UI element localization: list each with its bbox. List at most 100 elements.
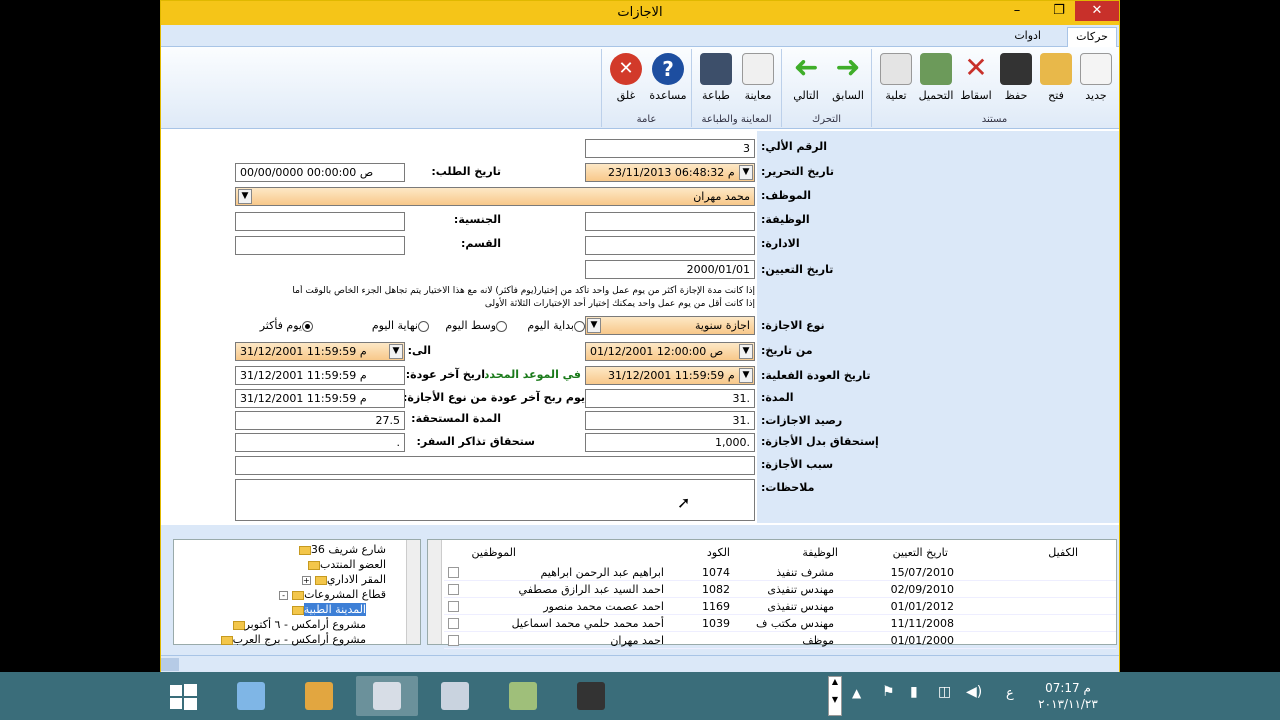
employee-dropdown[interactable]: ▼: [238, 189, 252, 204]
clock[interactable]: 07:17 م ٢٠١٣/١١/٢٣: [1036, 680, 1100, 712]
network-icon[interactable]: ◫: [938, 684, 951, 700]
taskbar-money[interactable]: [492, 676, 554, 716]
previous-button[interactable]: ➜ السابق: [828, 53, 868, 103]
tree-item-label: قطاع المشروعات: [304, 588, 386, 601]
edit-date-dropdown[interactable]: ▼: [739, 165, 753, 180]
tree-item[interactable]: مشروع أرامكس - برج العرب: [174, 632, 404, 647]
language-indicator[interactable]: ع: [1006, 686, 1014, 701]
nationality-field[interactable]: [235, 212, 405, 231]
from-date-ampm: ص: [709, 345, 724, 358]
taskbar-app-active[interactable]: [356, 676, 418, 716]
reason-field[interactable]: [235, 456, 755, 475]
section-field[interactable]: [235, 236, 405, 255]
close-button[interactable]: ✕: [1075, 1, 1119, 21]
tree-item[interactable]: شارع شريف 36: [174, 542, 404, 557]
restore-button[interactable]: ❐: [1045, 1, 1073, 21]
flag-icon[interactable]: ⚑: [882, 684, 895, 700]
tickets-field[interactable]: .: [235, 433, 405, 452]
help-button[interactable]: ? مساعدة: [648, 53, 688, 102]
actual-return-dropdown[interactable]: ▼: [739, 368, 753, 383]
radio-mid-day[interactable]: وسط اليوم: [429, 319, 507, 332]
grid-header-code[interactable]: الكود: [668, 544, 730, 562]
from-date-label: من تاريخ:: [761, 344, 813, 357]
org-tree[interactable]: شارع شريف 36 العضو المنتدب المقر الاداري + ق…: [173, 539, 421, 647]
tray-scroll[interactable]: ▲ ▼: [828, 676, 842, 716]
row-checkbox[interactable]: [448, 618, 459, 629]
tray-arrow-icon[interactable]: ▲: [852, 686, 861, 700]
radio-day-end[interactable]: نهاية اليوم: [351, 319, 429, 332]
actual-return-field[interactable]: 31/12/2001 11:59:59 م: [585, 366, 755, 385]
tree-item[interactable]: المدينة الطبية: [174, 602, 404, 617]
raise-button[interactable]: تعلية: [876, 53, 916, 102]
tickets-label: ستحقاق تذاكر السفر:: [416, 435, 535, 448]
table-row[interactable]: احمد مهران موظف 01/01/2000: [444, 632, 1116, 649]
auto-number-field[interactable]: 3: [585, 139, 755, 158]
row-checkbox[interactable]: [448, 601, 459, 612]
row-checkbox[interactable]: [448, 567, 459, 578]
employee-name-field[interactable]: محمد مهران: [235, 187, 755, 206]
tree-item[interactable]: قطاع المشروعات -: [174, 587, 404, 602]
from-date-field[interactable]: 01/12/2001 12:00:00 ص: [585, 342, 755, 361]
taskbar-calculator[interactable]: [424, 676, 486, 716]
table-row[interactable]: احمد السيد عبد الرازق مصطفي 1082 مهندس تنف…: [444, 581, 1116, 598]
due-duration-field[interactable]: 27.5: [235, 411, 405, 430]
leave-type-dropdown[interactable]: ▼: [587, 318, 601, 333]
job-field[interactable]: [585, 212, 755, 231]
taskbar-video[interactable]: [560, 676, 622, 716]
request-date-field[interactable]: 00/00/0000 00:00:00 ص: [235, 163, 405, 182]
grid-header-hire-date[interactable]: تاريخ التعيين: [858, 544, 948, 562]
battery-icon[interactable]: ▮: [910, 684, 918, 700]
cancel-button[interactable]: ✕ اسقاط: [956, 53, 996, 103]
tab-harakat[interactable]: حركات: [1067, 27, 1117, 47]
last-return-field[interactable]: 31/12/2001 11:59:59 م: [235, 366, 405, 385]
edit-date-field[interactable]: 23/11/2013 06:48:32 م: [585, 163, 755, 182]
taskbar-users[interactable]: [288, 676, 350, 716]
row-checkbox[interactable]: [448, 584, 459, 595]
tree-scrollbar[interactable]: [406, 540, 420, 644]
save-button[interactable]: حفظ: [996, 53, 1036, 102]
to-date-field[interactable]: 31/12/2001 11:59:59 م: [235, 342, 405, 361]
new-button[interactable]: جديد: [1076, 53, 1116, 102]
duration-field[interactable]: 31.: [585, 389, 755, 408]
table-row[interactable]: احمد عصمت محمد منصور 1169 مهندس تنفيذى 01/0…: [444, 598, 1116, 615]
department-field[interactable]: [585, 236, 755, 255]
tree-expander-icon[interactable]: +: [301, 575, 311, 585]
balance-field[interactable]: 31.: [585, 411, 755, 430]
print-button[interactable]: طباعة: [696, 53, 736, 102]
taskbar-computer[interactable]: [220, 676, 282, 716]
to-date-dropdown[interactable]: ▼: [389, 344, 403, 359]
raise-label: تعلية: [885, 89, 907, 102]
table-row[interactable]: أحمد محمد حلمي محمد اسماعيل 1039 مهندس مكت…: [444, 615, 1116, 632]
last-return-link-ampm: م: [359, 392, 367, 405]
grid-scrollbar[interactable]: [428, 540, 442, 644]
windows-start-icon[interactable]: [168, 682, 198, 712]
last-return-value: 31/12/2001 11:59:59: [240, 369, 357, 382]
row-checkbox[interactable]: [448, 635, 459, 646]
next-button[interactable]: ➜ التالي: [786, 50, 826, 102]
tab-adawat[interactable]: ادوات: [1006, 27, 1049, 47]
table-row[interactable]: ابراهيم عبد الرحمن ابراهيم 1074 مشرف تنفيذ…: [444, 564, 1116, 581]
from-date-dropdown[interactable]: ▼: [739, 344, 753, 359]
allowance-field[interactable]: 1,000.: [585, 433, 755, 452]
tree-item[interactable]: مشروع أرامكس - ٦ أكتوبر: [174, 617, 404, 632]
grid-header-job[interactable]: الوظيفة: [758, 544, 838, 562]
minimize-button[interactable]: –: [1003, 1, 1031, 21]
leave-type-field[interactable]: اجازة سنوية: [585, 316, 755, 335]
employees-grid[interactable]: الموظفين الكود الوظيفة تاريخ التعيين الك…: [427, 539, 1117, 649]
last-return-link-field[interactable]: 31/12/2001 11:59:59 م: [235, 389, 405, 408]
window-titlebar[interactable]: الاجازات: [161, 1, 1119, 25]
load-button[interactable]: التحميل: [916, 53, 956, 102]
open-button[interactable]: فتح: [1036, 53, 1076, 102]
radio-day-start[interactable]: بداية اليوم: [507, 319, 585, 332]
tree-item[interactable]: المقر الاداري +: [174, 572, 404, 587]
preview-button[interactable]: معاينة: [738, 53, 778, 102]
volume-icon[interactable]: ◀): [966, 684, 982, 700]
grid-header-employees[interactable]: الموظفين: [444, 544, 516, 562]
tree-expander-icon[interactable]: -: [279, 590, 289, 600]
close-form-button[interactable]: ✕ غلق: [606, 53, 646, 102]
radio-full-day[interactable]: يوم فأكثر: [235, 319, 313, 332]
grid-header-sponsor[interactable]: الكفيل: [988, 544, 1078, 562]
tree-item[interactable]: العضو المنتدب: [174, 557, 404, 572]
tree-item-label: مشروع أرامكس - ٦ أكتوبر: [244, 618, 366, 631]
hire-date-field[interactable]: 2000/01/01: [585, 260, 755, 279]
